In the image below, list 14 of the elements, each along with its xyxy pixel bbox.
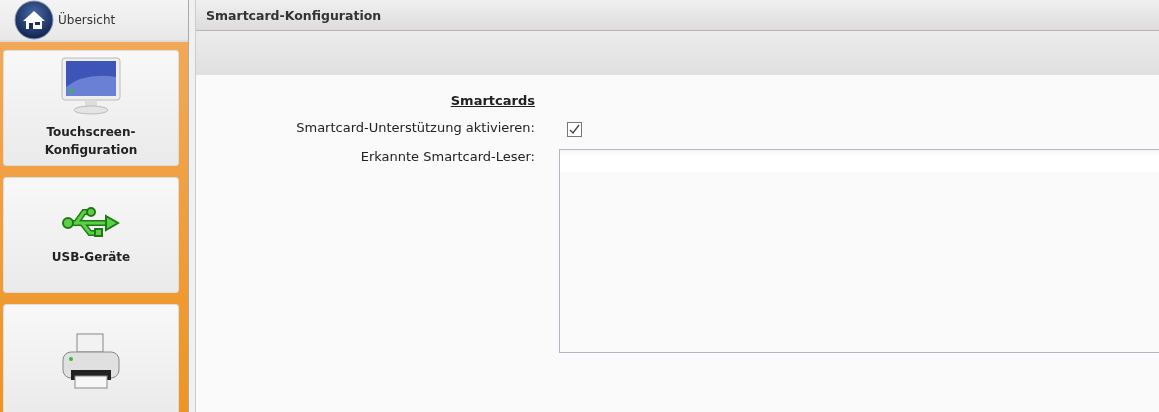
printer-icon bbox=[61, 332, 121, 392]
field-label: Smartcard-Unterstützung aktivieren: bbox=[296, 120, 535, 135]
section-heading: Smartcards bbox=[450, 93, 535, 108]
usb-icon bbox=[62, 204, 120, 240]
sidebar-tile[interactable] bbox=[3, 304, 179, 412]
home-icon bbox=[14, 0, 54, 40]
reader-list[interactable] bbox=[559, 149, 1159, 353]
checkbox[interactable] bbox=[567, 122, 582, 137]
sidebar-tile[interactable]: Touchscreen-Konfiguration bbox=[3, 50, 179, 166]
sidebar-tile[interactable]: USB-Geräte bbox=[3, 177, 179, 293]
field-label: Erkannte Smartcard-Leser: bbox=[360, 149, 535, 164]
splitter[interactable] bbox=[189, 0, 196, 412]
monitor-icon bbox=[60, 57, 122, 115]
panel-title: Smartcard-Konfiguration bbox=[206, 7, 382, 23]
